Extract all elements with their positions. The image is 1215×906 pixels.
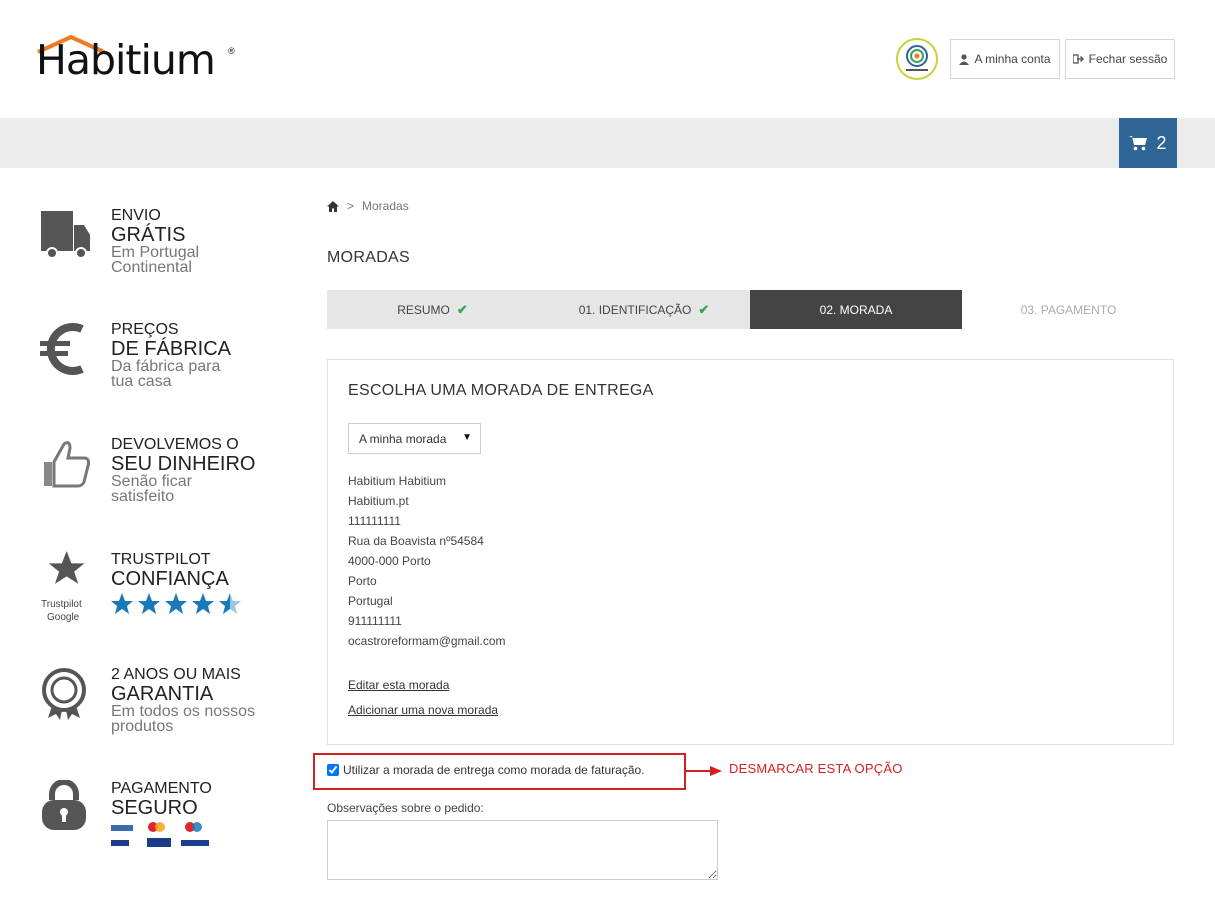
feature-factory-prices: PREÇOS DE FÁBRICA Da fábrica para tua ca… bbox=[38, 321, 298, 421]
award-icon bbox=[42, 668, 86, 720]
address-line: 4000-000 Porto bbox=[348, 554, 431, 568]
feature-line2: GARANTIA bbox=[111, 683, 214, 705]
feature-line1: TRUSTPILOT bbox=[111, 551, 211, 568]
my-account-button[interactable]: A minha conta bbox=[950, 39, 1060, 79]
padlock-icon bbox=[42, 780, 86, 830]
my-account-label: A minha conta bbox=[974, 52, 1051, 66]
address-line: Habitium Habitium bbox=[348, 474, 447, 488]
address-line: Portugal bbox=[348, 594, 393, 608]
annotation-arrow-icon bbox=[686, 766, 722, 776]
home-icon[interactable] bbox=[327, 200, 339, 212]
feature-line2: GRÁTIS bbox=[111, 224, 186, 246]
billing-same-as-delivery[interactable]: Utilizar a morada de entrega como morada… bbox=[327, 763, 645, 777]
address-line: Porto bbox=[348, 574, 377, 588]
payment-methods-icon bbox=[111, 822, 209, 847]
dropdown-arrow-icon: ▼ bbox=[462, 432, 472, 443]
notes-label: Observações sobre o pedido: bbox=[327, 801, 484, 815]
address-line: Rua da Boavista nº54584 bbox=[348, 534, 484, 548]
delivery-address-panel: ESCOLHA UMA MORADA DE ENTREGA A minha mo… bbox=[327, 359, 1174, 745]
truck-icon bbox=[41, 211, 90, 259]
feature-line4: tua casa bbox=[111, 373, 172, 390]
feature-line4: produtos bbox=[111, 718, 174, 735]
feature-line3: Da fábrica para bbox=[111, 358, 221, 375]
step-payment: 03. PAGAMENTO bbox=[962, 290, 1175, 329]
address-select-value: A minha morada bbox=[359, 431, 447, 446]
cart-icon bbox=[1129, 136, 1148, 151]
google-sub: Google bbox=[47, 612, 80, 623]
logo-registered: ® bbox=[228, 46, 235, 56]
logo-text: Habitium bbox=[36, 36, 216, 84]
address-block: Habitium Habitium Habitium.pt 111111111 … bbox=[348, 471, 506, 651]
logout-icon bbox=[1072, 54, 1084, 64]
step-summary[interactable]: RESUMO ✔ bbox=[327, 290, 538, 329]
step-identification[interactable]: 01. IDENTIFICAÇÃO ✔ bbox=[538, 290, 750, 329]
panel-title: ESCOLHA UMA MORADA DE ENTREGA bbox=[348, 382, 654, 399]
cart-button[interactable]: 2 bbox=[1119, 118, 1177, 168]
feature-trustpilot: Trustpilot Google TRUSTPILOT CONFIANÇA bbox=[38, 551, 298, 651]
page-title: MORADAS bbox=[327, 249, 410, 266]
feature-line3: Senão ficar bbox=[111, 473, 192, 490]
annotation-text: DESMARCAR ESTA OPÇÃO bbox=[729, 761, 903, 776]
breadcrumb: > Moradas bbox=[327, 199, 409, 213]
step-label: 01. IDENTIFICAÇÃO bbox=[578, 302, 692, 317]
address-line: ocastroreformam@gmail.com bbox=[348, 634, 506, 648]
feature-free-shipping: ENVIO GRÁTIS Em Portugal Continental bbox=[38, 207, 298, 307]
euro-icon bbox=[40, 323, 84, 375]
confidence-badge-icon[interactable] bbox=[896, 38, 938, 80]
checkout-steps: RESUMO ✔ 01. IDENTIFICAÇÃO ✔ 02. MORADA … bbox=[327, 290, 1175, 329]
check-icon: ✔ bbox=[456, 301, 468, 317]
feature-warranty: 2 ANOS OU MAIS GARANTIA Em todos os noss… bbox=[38, 666, 298, 766]
logout-label: Fechar sessão bbox=[1088, 52, 1168, 66]
feature-line4: satisfeito bbox=[111, 488, 175, 505]
habitium-logo[interactable]: Habitium ® bbox=[36, 34, 236, 84]
trustpilot-sub: Trustpilot bbox=[41, 599, 82, 610]
feature-line2: CONFIANÇA bbox=[111, 568, 229, 590]
feature-line3: Em Portugal bbox=[111, 244, 200, 261]
add-address-link[interactable]: Adicionar uma nova morada bbox=[348, 703, 498, 717]
feature-line1: PAGAMENTO bbox=[111, 780, 212, 797]
feature-money-back: DEVOLVEMOS O SEU DINHEIRO Senão ficar sa… bbox=[38, 436, 298, 536]
address-select[interactable]: A minha morada ▼ bbox=[348, 423, 481, 454]
address-line: Habitium.pt bbox=[348, 494, 409, 508]
address-line: 911111111 bbox=[348, 614, 402, 628]
feature-line1: ENVIO bbox=[111, 207, 161, 224]
navigation-bar bbox=[0, 118, 1215, 168]
star-icon bbox=[48, 551, 85, 584]
edit-address-link[interactable]: Editar esta morada bbox=[348, 678, 449, 692]
breadcrumb-separator: > bbox=[347, 199, 355, 213]
logout-button[interactable]: Fechar sessão bbox=[1065, 39, 1175, 79]
feature-line2: SEGURO bbox=[111, 797, 198, 819]
feature-line4: Continental bbox=[111, 259, 192, 276]
feature-line1: DEVOLVEMOS O bbox=[111, 436, 239, 453]
feature-line2: SEU DINHEIRO bbox=[111, 453, 256, 475]
thumbs-up-icon bbox=[44, 441, 90, 488]
feature-line3: Em todos os nossos bbox=[111, 703, 256, 720]
cart-count: 2 bbox=[1156, 132, 1167, 153]
feature-line2: DE FÁBRICA bbox=[111, 338, 232, 360]
user-icon bbox=[959, 53, 970, 65]
address-line: 111111111 bbox=[348, 514, 401, 528]
rating-stars-icon bbox=[111, 593, 241, 614]
breadcrumb-current: Moradas bbox=[362, 199, 409, 213]
feature-line1: PREÇOS bbox=[111, 321, 179, 338]
step-address[interactable]: 02. MORADA bbox=[750, 290, 962, 329]
check-icon: ✔ bbox=[698, 301, 710, 317]
billing-checkbox-label: Utilizar a morada de entrega como morada… bbox=[343, 763, 645, 777]
step-label: RESUMO bbox=[397, 302, 450, 317]
order-notes-textarea[interactable] bbox=[327, 820, 718, 880]
billing-checkbox[interactable] bbox=[327, 764, 339, 776]
step-label: 03. PAGAMENTO bbox=[1020, 302, 1117, 317]
step-label: 02. MORADA bbox=[819, 302, 893, 317]
feature-line1: 2 ANOS OU MAIS bbox=[111, 666, 241, 683]
feature-secure-payment: PAGAMENTO SEGURO bbox=[38, 780, 298, 880]
